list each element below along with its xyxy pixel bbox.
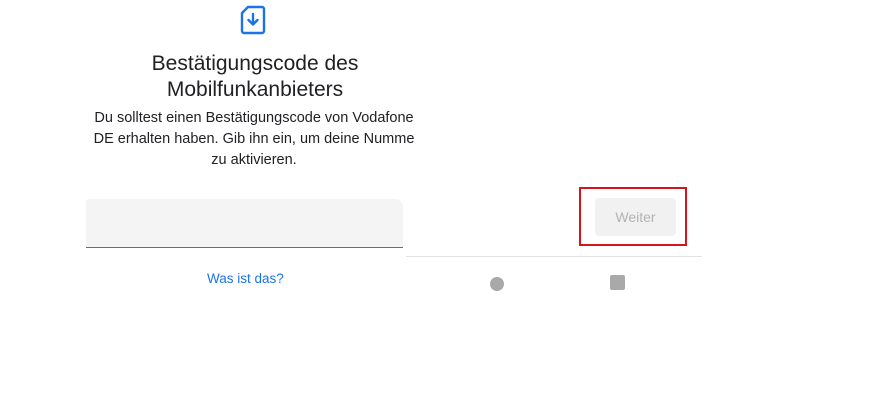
circle-home-icon[interactable] (490, 277, 504, 291)
sim-download-icon (240, 5, 266, 35)
next-button[interactable]: Weiter (595, 198, 676, 236)
divider (406, 256, 702, 257)
page-title: Bestätigungscode des Mobilfunkanbieters (151, 52, 359, 101)
verification-code-input[interactable] (86, 199, 403, 248)
page-description: Du solltest einen Bestätigungscode von V… (93, 110, 415, 168)
carrier-verification-screen: Bestätigungscode des Mobilfunkanbieters … (0, 0, 879, 400)
square-recents-icon[interactable] (610, 275, 625, 290)
what-is-this-link[interactable]: Was ist das? (207, 271, 284, 286)
